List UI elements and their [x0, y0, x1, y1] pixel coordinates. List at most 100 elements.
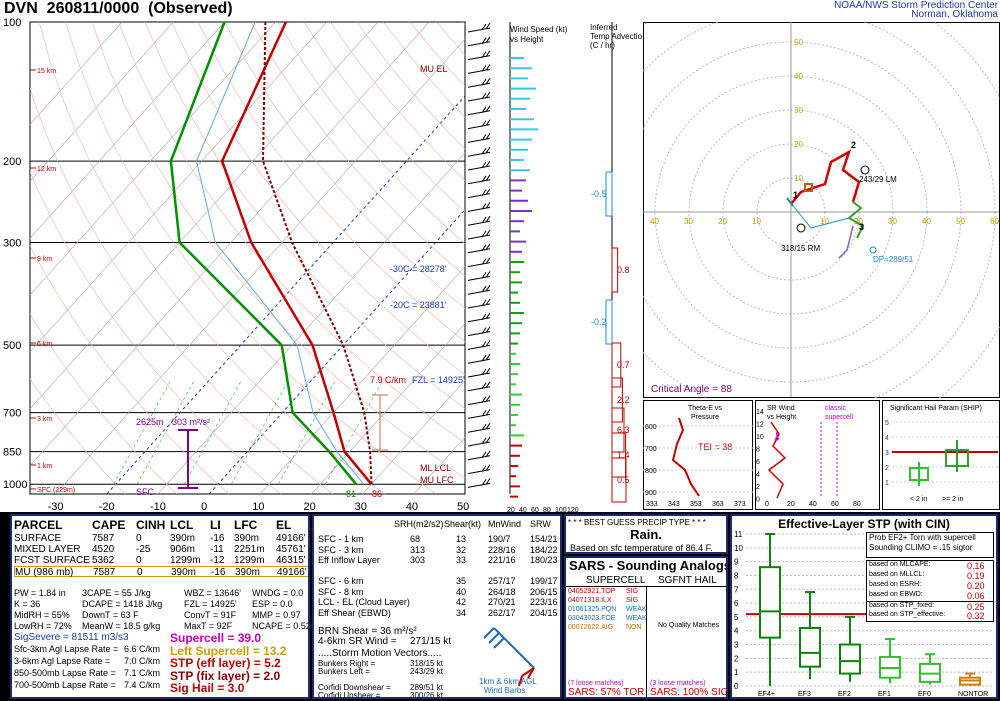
kinematic-row	[318, 566, 560, 577]
hodo-x-tick: 50	[956, 217, 965, 226]
svg-text:Inferred: Inferred	[590, 23, 618, 32]
hodo-pt: 1	[793, 190, 798, 200]
svg-text:supercell: supercell	[825, 414, 853, 421]
srw-x-tick: 80	[853, 501, 861, 508]
svg-text:Temp Advection: Temp Advection	[590, 32, 642, 41]
wind-barb	[467, 284, 491, 295]
stp-title: Effective-Layer STP (with CIN)	[778, 517, 950, 531]
pressure-tick: 100	[3, 17, 21, 29]
pressure-tick: 700	[3, 408, 21, 420]
theta-p-tick: 900	[645, 490, 657, 497]
stp-based-row: based on ESRH: 0.20	[869, 581, 985, 591]
temp-tick: 10	[252, 501, 264, 512]
stp-box	[799, 626, 821, 668]
stp-cat-label: EF1	[878, 691, 891, 698]
stp-y-tick: 6	[734, 599, 739, 608]
critical-angle: Critical Angle = 88	[651, 384, 732, 395]
minus20-label: -20C = 23881'	[390, 300, 447, 310]
km-label: 3 km	[37, 416, 52, 423]
temp-tick: 40	[406, 501, 418, 512]
parcel-header: LFC	[234, 518, 258, 532]
hodo-pt: 3	[859, 222, 864, 232]
parcel-header: LCL	[170, 518, 194, 532]
theta-x-tick: 333	[646, 501, 658, 508]
svg-text:>= 2 in: >= 2 in	[942, 496, 964, 503]
hodo-dp-label: DP=289/51	[873, 255, 914, 264]
wind-barb	[467, 326, 491, 337]
wind-barb	[467, 22, 491, 33]
sars-match: 03043023.FOE WEAK	[568, 615, 647, 622]
tei-label: TEI = 38	[698, 442, 732, 452]
wind-barb	[467, 188, 491, 199]
parcel-row: MU (986 mb) 7587 0 390m -16 390m 49166'	[14, 566, 308, 578]
pressure-tick: 1000	[3, 479, 27, 491]
wind-barb	[467, 50, 491, 61]
wind-barb	[467, 367, 491, 378]
kinematic-row: SFC - 6 km 35 257/17 199/17	[318, 576, 558, 586]
ship-y-tick: 2	[885, 465, 889, 472]
temp-tick: 50	[457, 501, 469, 512]
mu-lfc-label: MU LFC	[420, 475, 454, 485]
stp-based-row: based on STP_fixed: 0.25	[867, 601, 993, 612]
sfc-label: SFC	[136, 487, 155, 497]
wind-barb	[467, 464, 491, 475]
adv-value: -0.2	[591, 317, 607, 327]
temp-tick: 0	[201, 501, 207, 512]
ship-y-tick: 3	[885, 450, 889, 457]
wind-barb	[467, 77, 491, 88]
temp-tick: 30	[355, 501, 367, 512]
srw-h-tick: 0	[756, 497, 760, 504]
motion-row: Bunkers Right = 318/15 kt	[318, 659, 443, 668]
theta-x-tick: 353	[690, 501, 702, 508]
lapse-row: Sfc-3km Agl Lapse Rate = 6.6 C/km	[14, 644, 161, 654]
org-credit: NOAA/NWS Storm Prediction Center Norman, …	[834, 0, 998, 20]
srw-x-tick: 0	[765, 501, 769, 508]
parcel-header: LI	[210, 518, 221, 532]
temp-tick: -10	[150, 501, 166, 512]
adv-bar	[605, 299, 613, 345]
hodo-ring-label: 20	[794, 140, 803, 149]
adv-value: -0.5	[591, 189, 607, 199]
stp-y-tick: 1	[734, 668, 739, 677]
srw-x-tick: 40	[809, 501, 817, 508]
temp-tick: -20	[99, 501, 115, 512]
kinematic-row: SFC - 3 km 313 32 228/16 184/22	[318, 544, 558, 555]
temp-tick: 20	[303, 501, 315, 512]
hodo-x-tick: 40	[650, 217, 659, 226]
svg-text:< 2 in: < 2 in	[910, 496, 927, 503]
isotherm	[464, 493, 465, 494]
wind-barb	[467, 105, 491, 116]
kinematic-row: SFC - 1 km 68 13 190/7 154/21	[318, 534, 558, 544]
kinematic-row: SFC - 8 km 40 264/18 206/15	[318, 586, 558, 597]
sars-match: 01061325.PQN WEAK	[568, 606, 647, 613]
parcel-row: MIXED LAYER 4520 -25 906m -11 2251m 45761'	[14, 544, 306, 555]
dry-adiabat	[462, 22, 465, 25]
adv-value: 2.2	[617, 395, 630, 405]
wind-barb	[467, 229, 491, 240]
parcel-header: CAPE	[92, 518, 126, 532]
stat-row: MidRH = 55% DownT = 63 F ConvT = 91F MMP = …	[14, 610, 301, 620]
wind-barb	[467, 91, 491, 102]
srw-h-tick: 12	[756, 422, 764, 429]
stp-y-tick: 2	[734, 654, 739, 663]
dry-adiabat	[489, 22, 500, 494]
srh-top-label: 2625m	[136, 417, 164, 427]
composite-params: Supercell = 39.0 Left Supercell = 13.2 S…	[170, 631, 287, 695]
stp-y-tick: 9	[734, 558, 739, 567]
stp-based-row: based on MLLCL: 0.19	[869, 571, 985, 581]
skewt-chart: 100 200 300 500 700 850 1000 -30 -20 -10 0 10 20 30 4…	[3, 17, 500, 512]
stp-cat-label: EF0	[918, 691, 931, 698]
fzl-label: FZL = 14925'	[412, 375, 465, 385]
hodo-x-tick: 30	[684, 217, 693, 226]
srw-h-tick: 6	[756, 459, 760, 466]
srh-label: 303 m²/s²	[172, 417, 210, 427]
hodo-rm-label: 318/15 RM	[781, 244, 820, 253]
km-label: 15 km	[37, 68, 56, 75]
lapse-label: 7.9 C/km	[370, 375, 406, 385]
sig-severe: SigSevere = 81511 m3/s3	[14, 632, 129, 643]
km-label: 9 km	[37, 256, 52, 263]
theta-p-tick: 800	[645, 468, 657, 475]
theta-x-tick: 373	[734, 501, 746, 508]
stp-cat-label: EF4+	[758, 691, 775, 698]
temp-tick: -30	[48, 501, 64, 512]
